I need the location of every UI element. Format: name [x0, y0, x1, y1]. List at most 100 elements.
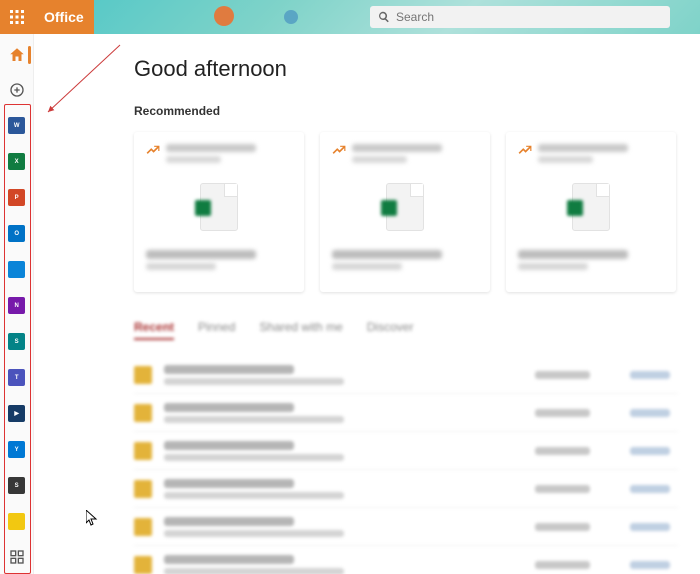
file-type-icon [134, 518, 152, 536]
banner [94, 0, 700, 34]
outlook-icon: O [8, 225, 25, 242]
sidebar-app-powerpoint[interactable]: P [6, 187, 28, 209]
card-file-name [332, 250, 442, 259]
file-name [164, 441, 294, 450]
home-button[interactable] [6, 44, 28, 65]
file-location [164, 416, 344, 423]
recommended-cards [134, 132, 678, 292]
file-location [164, 492, 344, 499]
file-modified [535, 371, 590, 379]
file-location [164, 568, 344, 574]
file-row[interactable] [134, 508, 678, 546]
sidebar-app-outlook[interactable]: O [6, 223, 28, 245]
card-file-meta [332, 263, 402, 270]
activity-icon [332, 144, 346, 158]
file-row[interactable] [134, 394, 678, 432]
sway-icon: S [8, 477, 25, 494]
file-name [164, 517, 294, 526]
tab-shared-with-me[interactable]: Shared with me [259, 320, 342, 340]
file-row[interactable] [134, 546, 678, 574]
plus-circle-icon [9, 82, 25, 98]
create-button[interactable] [6, 79, 28, 100]
file-name [164, 403, 294, 412]
file-name [164, 479, 294, 488]
card-title [538, 144, 628, 152]
teams-icon: T [8, 369, 25, 386]
file-action[interactable] [630, 523, 670, 531]
document-icon [572, 183, 610, 231]
document-icon [386, 183, 424, 231]
activity-icon [518, 144, 532, 158]
file-modified [535, 523, 590, 531]
file-tabs: Recent Pinned Shared with me Discover [134, 320, 678, 340]
card-file-name [518, 250, 628, 259]
sidebar-app-yammer[interactable]: Y [6, 439, 28, 461]
onedrive-icon [8, 261, 25, 278]
sidebar-app-sharepoint[interactable]: S [6, 331, 28, 353]
file-modified [535, 485, 590, 493]
card-title [352, 144, 442, 152]
file-action[interactable] [630, 485, 670, 493]
card-file-meta [146, 263, 216, 270]
file-name [164, 365, 294, 374]
recommended-heading: Recommended [134, 104, 678, 118]
sidebar-app-stream[interactable]: ▶ [6, 403, 28, 425]
card-file-meta [518, 263, 588, 270]
home-icon [8, 46, 26, 64]
file-action[interactable] [630, 371, 670, 379]
sidebar-app-sway[interactable]: S [6, 475, 28, 497]
sidebar-app-teams[interactable]: T [6, 367, 28, 389]
file-type-icon [134, 480, 152, 498]
sidebar-app-powerbi[interactable] [6, 511, 28, 533]
brand-label: Office [34, 9, 94, 25]
sidebar-app-onedrive[interactable] [6, 259, 28, 281]
file-action[interactable] [630, 561, 670, 569]
main-content: Good afternoon Recommended Recent Pinned S… [34, 34, 700, 574]
file-row[interactable] [134, 356, 678, 394]
stream-icon: ▶ [8, 405, 25, 422]
card-title [166, 144, 256, 152]
app-launcher-button[interactable] [0, 0, 34, 34]
powerpoint-icon: P [8, 189, 25, 206]
file-row[interactable] [134, 470, 678, 508]
top-header: Office [0, 0, 700, 34]
activity-icon [146, 144, 160, 158]
file-row[interactable] [134, 432, 678, 470]
sharepoint-icon: S [8, 333, 25, 350]
sidebar-app-word[interactable]: W [6, 115, 28, 137]
card-subtitle [166, 156, 221, 163]
file-list [134, 356, 678, 574]
excel-icon: X [8, 153, 25, 170]
search-input[interactable] [396, 10, 662, 24]
file-type-icon [134, 442, 152, 460]
tab-discover[interactable]: Discover [367, 320, 414, 340]
recommended-card[interactable] [320, 132, 490, 292]
file-action[interactable] [630, 409, 670, 417]
tab-recent[interactable]: Recent [134, 320, 174, 340]
home-indicator [28, 46, 31, 64]
all-apps-button[interactable] [6, 547, 28, 568]
recommended-card[interactable] [134, 132, 304, 292]
search-icon [378, 11, 390, 23]
onenote-icon: N [8, 297, 25, 314]
card-file-name [146, 250, 256, 259]
recommended-card[interactable] [506, 132, 676, 292]
tab-pinned[interactable]: Pinned [198, 320, 235, 340]
file-modified [535, 561, 590, 569]
word-icon: W [8, 117, 25, 134]
search-box[interactable] [370, 6, 670, 28]
waffle-icon [9, 9, 25, 25]
file-modified [535, 447, 590, 455]
yammer-icon: Y [8, 441, 25, 458]
card-subtitle [352, 156, 407, 163]
document-icon [200, 183, 238, 231]
file-type-icon [134, 366, 152, 384]
file-modified [535, 409, 590, 417]
sidebar: W X P O N S T ▶ Y S [0, 34, 34, 574]
sidebar-app-excel[interactable]: X [6, 151, 28, 173]
greeting-heading: Good afternoon [134, 56, 678, 82]
sidebar-app-onenote[interactable]: N [6, 295, 28, 317]
file-action[interactable] [630, 447, 670, 455]
powerbi-icon [8, 513, 25, 530]
file-name [164, 555, 294, 564]
